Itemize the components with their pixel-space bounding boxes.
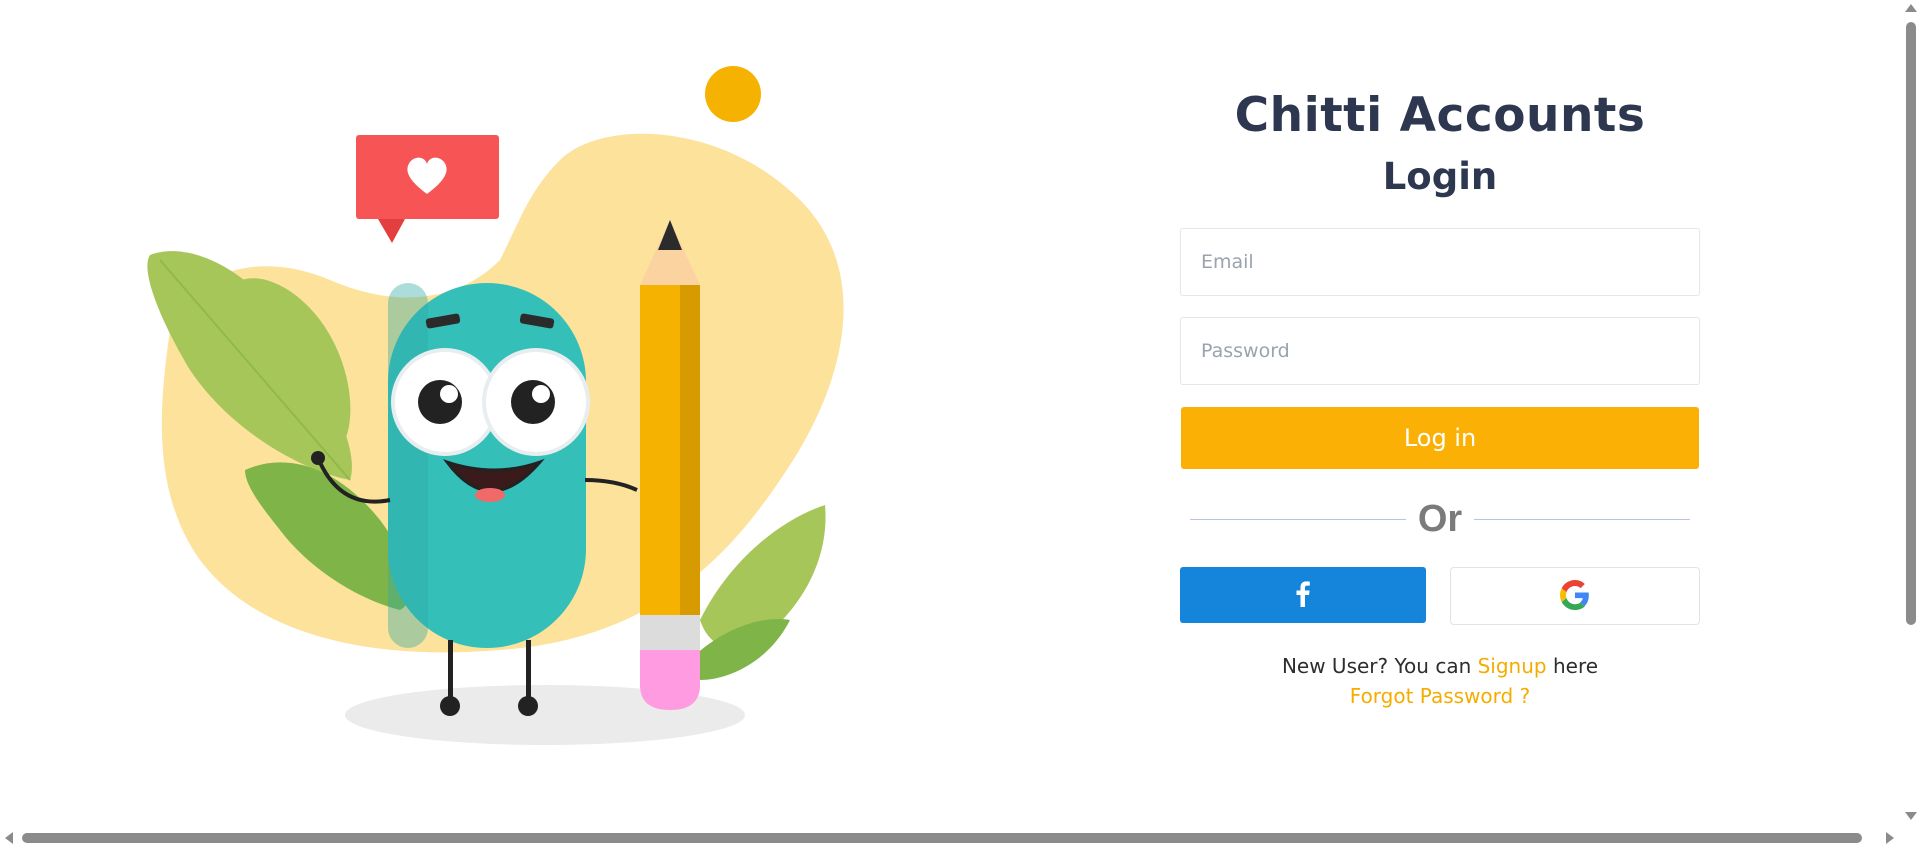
or-divider: Or bbox=[1180, 497, 1700, 541]
facebook-icon bbox=[1296, 580, 1310, 610]
vertical-scrollbar[interactable] bbox=[1900, 0, 1920, 828]
heart-bubble-icon bbox=[356, 135, 499, 243]
account-links: New User? You can Signup here Forgot Pas… bbox=[1180, 651, 1700, 711]
email-field[interactable] bbox=[1180, 228, 1700, 296]
google-login-button[interactable] bbox=[1450, 567, 1700, 625]
login-button[interactable]: Log in bbox=[1181, 407, 1699, 469]
login-heading: Login bbox=[1382, 155, 1498, 198]
scroll-left-icon[interactable] bbox=[5, 832, 13, 844]
scroll-up-icon[interactable] bbox=[1905, 4, 1917, 12]
pencil-icon bbox=[640, 220, 700, 710]
login-panel: Chitti Accounts Login Log in Or bbox=[1180, 80, 1700, 711]
divider-line-right bbox=[1474, 518, 1691, 520]
password-field[interactable] bbox=[1180, 317, 1700, 385]
brand-title: Chitti Accounts bbox=[1234, 88, 1646, 143]
login-illustration bbox=[0, 0, 1000, 800]
signup-link[interactable]: Signup bbox=[1478, 654, 1547, 678]
horizontal-scroll-thumb[interactable] bbox=[22, 833, 1862, 843]
forgot-password-link[interactable]: Forgot Password ? bbox=[1350, 684, 1530, 708]
signup-line: New User? You can Signup here bbox=[1180, 651, 1700, 681]
vertical-scroll-thumb[interactable] bbox=[1906, 22, 1916, 625]
scroll-down-icon[interactable] bbox=[1905, 812, 1917, 820]
new-user-text: New User? You can bbox=[1281, 654, 1478, 678]
google-icon bbox=[1560, 579, 1590, 613]
or-label: Or bbox=[1417, 497, 1463, 540]
divider-line-left bbox=[1189, 518, 1406, 520]
social-login-row bbox=[1180, 567, 1700, 625]
horizontal-scrollbar[interactable] bbox=[0, 828, 1920, 847]
new-user-suffix: here bbox=[1546, 654, 1599, 678]
decor-dot bbox=[705, 66, 761, 122]
scroll-right-icon[interactable] bbox=[1886, 832, 1894, 844]
facebook-login-button[interactable] bbox=[1180, 567, 1426, 623]
